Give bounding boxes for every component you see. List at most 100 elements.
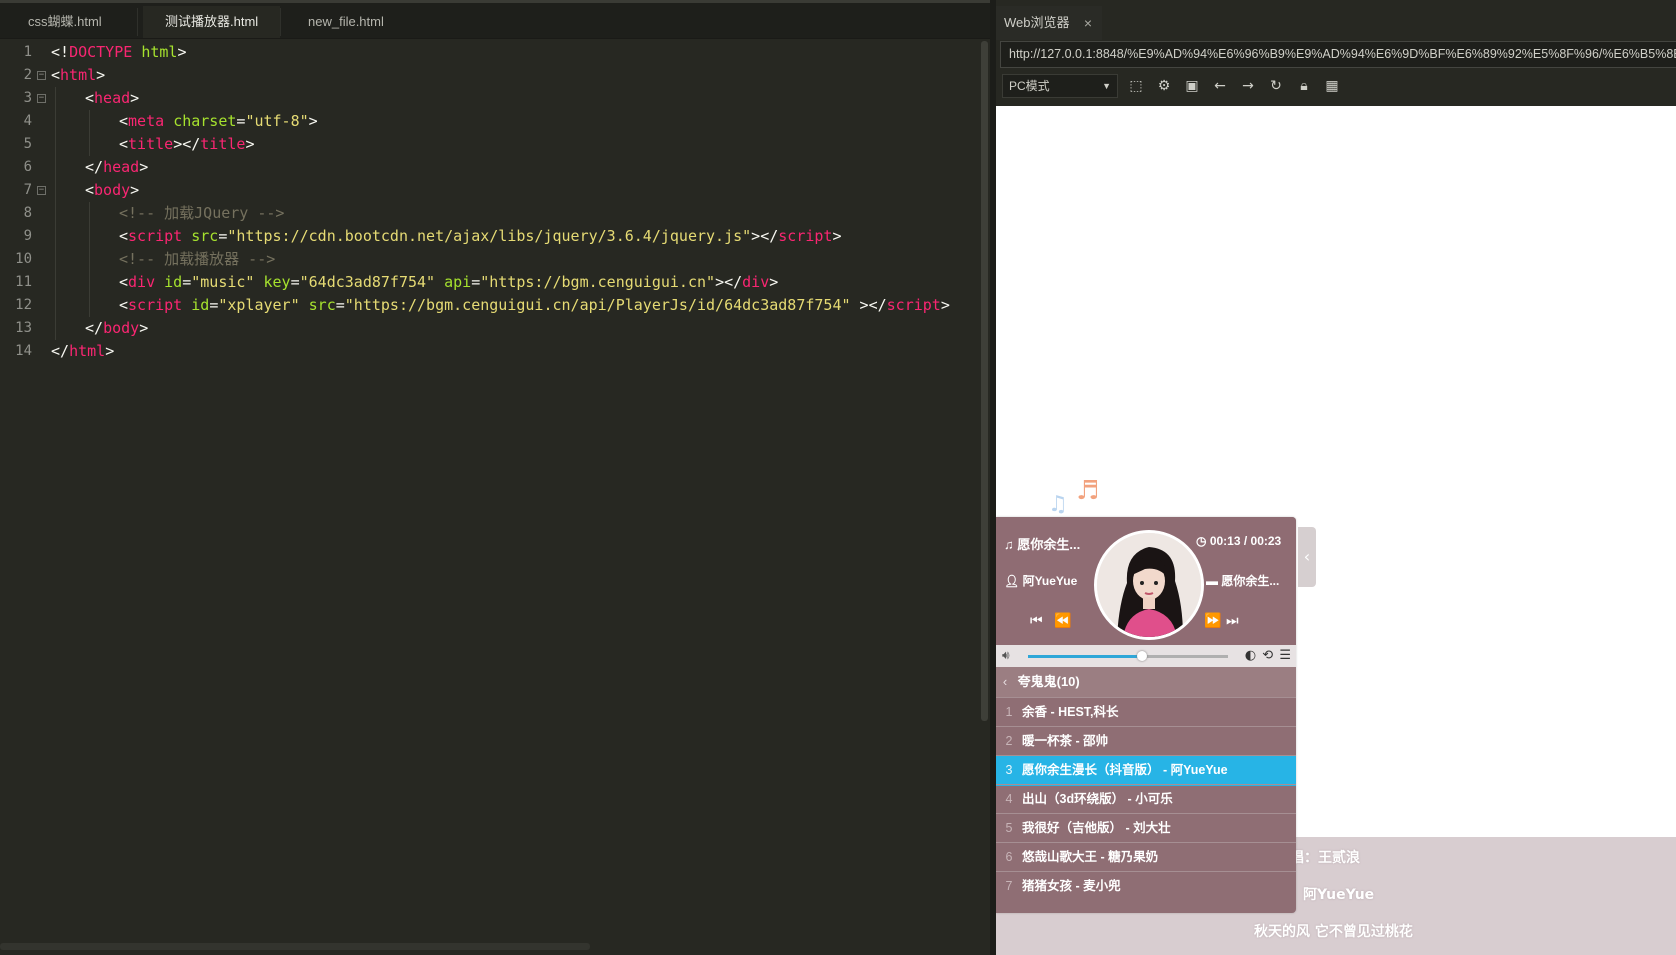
vertical-scrollbar[interactable] [981,41,988,721]
code-token: <!-- 加载JQuery --> [119,204,285,222]
tab-css-butterfly[interactable]: css蝴蝶.html [6,6,124,38]
code-token: = [290,273,300,291]
code-area[interactable]: 1 <!DOCTYPE html> 2− <html> 3− <head> 4 <meta c… [0,41,980,941]
indent-guide [55,87,56,110]
time-display: 00:13 / 00:23 [1209,534,1282,548]
lock-icon[interactable]: 🔒︎ [1295,77,1313,95]
indent-guide [89,133,90,156]
playlist-item-label: 猪猪女孩 - 麦小兜 [1022,879,1121,893]
code-line: 8 <!-- 加载JQuery --> [0,202,980,225]
repeat-icon[interactable]: ⟲ [1262,648,1274,663]
playlist-item[interactable]: 6 悠哉山歌大王 - 糖乃果奶 [996,842,1296,873]
code-token: head [103,158,140,176]
playlist-item[interactable]: 3 愿你余生漫长（抖音版） - 阿YueYue [996,755,1296,786]
playlist-item-number: 7 [1005,879,1013,893]
playlist-item-number: 6 [1005,850,1013,864]
playlist-item[interactable]: 2 暖一杯茶 - 邵帅 [996,726,1296,757]
indent-guide [89,294,90,317]
fold-toggle-icon[interactable]: − [37,71,46,80]
playlist-item-number: 5 [1005,821,1013,835]
code-token: ></ [751,227,779,245]
volume-icon[interactable]: 🔊︎ [1002,648,1010,663]
back-icon[interactable]: ← [1211,77,1229,95]
toggle-icon[interactable]: ◐ [1245,648,1257,663]
line-number: 1 [23,44,32,60]
code-token: head [94,89,131,107]
code-text: </body> [85,317,148,340]
qrcode-icon[interactable]: ▦ [1323,77,1341,95]
code-token: = [209,296,219,314]
browser-tab[interactable]: Web浏览器 × [996,6,1102,40]
address-bar[interactable]: http://127.0.0.1:8848/%E9%AD%94%E6%96%B9… [1000,41,1676,68]
fold-toggle-icon[interactable]: − [37,94,46,103]
playlist-header[interactable]: ‹ 夸鬼鬼(10) [996,667,1296,697]
code-token: </ [51,342,70,360]
indent-guide [89,202,90,225]
browser-viewport: ♫ ♬ 原唱：王贰浪 翻唱：阿YueYue 秋天的风 它不曾见过桃花 ♫ 愿你余… [996,106,1676,955]
tab-test-player[interactable]: 测试播放器.html [143,6,281,38]
code-token: > [177,43,187,61]
code-token: html [69,342,106,360]
list-icon[interactable]: ☰ [1279,648,1292,663]
rewind-icon[interactable]: ⏪ [1054,613,1072,629]
horizontal-scrollbar[interactable] [0,943,590,950]
player-options: ◐ ⟲ ☰ [1245,648,1292,663]
code-token: < [119,135,129,153]
code-token: id [164,273,183,291]
album-name: 愿你余生... [1221,574,1280,588]
music-note-icon: ♫ [1048,492,1068,517]
code-token: < [119,227,129,245]
indent-guide [55,110,56,133]
progress-track[interactable] [1028,651,1228,661]
code-token: ></ [173,135,201,153]
progress-knob[interactable] [1137,651,1147,661]
screenshot-icon[interactable]: ⬚ [1127,77,1145,95]
playlist-item[interactable]: 4 出山（3d环绕版） - 小可乐 [996,784,1296,815]
music-note-icon: ♬ [1076,476,1100,506]
forward-icon[interactable]: → [1239,77,1257,95]
code-token: html [60,66,97,84]
playlist-title: 夸鬼鬼(10) [1017,674,1080,689]
artist-name: 阿YueYue [1022,574,1078,588]
playlist-item-label: 暖一杯茶 - 邵帅 [1022,734,1109,748]
playlist-item[interactable]: 5 我很好（吉他版） - 刘大壮 [996,813,1296,844]
playlist-item[interactable]: 7 猪猪女孩 - 麦小兜 [996,871,1296,902]
code-text: <title></title> [119,133,254,156]
code-token: DOCTYPE [69,43,133,61]
player-collapse-tab[interactable]: ‹ [1298,527,1316,587]
lyric-line: 原唱：王贰浪 [1276,850,1360,866]
player-header: ♫ 愿你余生... ◷ 00:13 / 00:23 👤︎ 阿YueYue ▬ 愿… [996,517,1296,645]
playlist-item-label: 愿你余生漫长（抖音版） - 阿YueYue [1022,763,1228,777]
code-token: > [130,89,140,107]
settings-icon[interactable]: ⚙ [1155,77,1173,95]
code-text: <!-- 加载播放器 --> [119,248,275,271]
code-token: key [263,273,291,291]
skip-back-icon[interactable]: ⏮ [1030,613,1042,629]
reload-icon[interactable]: ↻ [1267,77,1285,95]
code-line: 14 </html> [0,340,980,363]
progress-row: 🔊︎ ◐ ⟲ ☰ [996,645,1296,667]
tab-separator [280,8,281,36]
code-token: div [128,273,156,291]
code-token: = [335,296,345,314]
skip-forward-icon[interactable]: ⏭ [1226,613,1238,629]
code-token: id [191,296,210,314]
code-token: > [139,319,149,337]
code-token: > [940,296,950,314]
album-cover[interactable] [1094,530,1204,640]
playlist-item[interactable]: 1 余香 - HEST,科长 [996,697,1296,728]
fold-toggle-icon[interactable]: − [37,186,46,195]
tab-new-file[interactable]: new_file.html [286,6,406,38]
code-token: div [742,273,770,291]
close-icon[interactable]: × [1084,6,1092,40]
console-icon[interactable]: ▣ [1183,77,1201,95]
code-token: body [103,319,140,337]
device-mode-select[interactable]: PC模式 ▼ [1002,74,1118,98]
code-line: 11 <div id="music" key="64dc3ad87f754" ap… [0,271,980,294]
fast-forward-icon[interactable]: ⏩ [1204,613,1222,629]
line-number: 8 [23,205,32,221]
